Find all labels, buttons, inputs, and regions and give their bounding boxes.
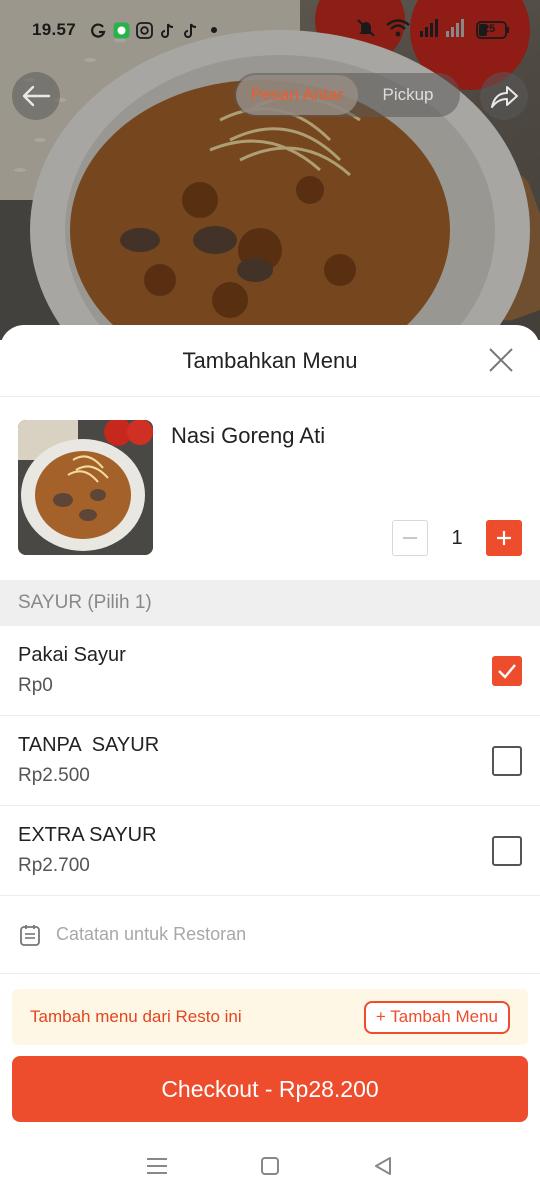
- option-price: Rp2.500: [18, 765, 90, 786]
- notification-icons: [90, 21, 222, 39]
- tiktok-icon: [159, 22, 176, 39]
- tiktok-icon-2: [182, 22, 199, 39]
- option-pakai-sayur[interactable]: Pakai Sayur Rp0: [0, 626, 540, 716]
- close-icon: [489, 348, 513, 372]
- tab-pesan-antar[interactable]: Pesan Antar: [236, 75, 358, 115]
- back-triangle-icon[interactable]: [370, 1153, 396, 1179]
- sheet-title: Tambahkan Menu: [182, 347, 358, 373]
- add-more-text: Tambah menu dari Resto ini: [30, 1007, 242, 1026]
- minus-icon: [403, 537, 417, 539]
- share-arrow-icon: [491, 86, 518, 108]
- option-checkbox[interactable]: [492, 746, 522, 776]
- section-header-sayur: SAYUR (Pilih 1): [0, 580, 540, 626]
- option-checkbox-checked[interactable]: [492, 656, 522, 686]
- status-time: 19.57: [32, 20, 77, 39]
- wifi-icon: [386, 18, 410, 42]
- instagram-icon: [136, 21, 153, 39]
- menu-lines-icon[interactable]: [144, 1153, 170, 1179]
- note-placeholder: Catatan untuk Restoran: [56, 924, 247, 944]
- decrease-quantity-button[interactable]: [392, 520, 428, 556]
- quantity-value: 1: [451, 526, 463, 549]
- close-button[interactable]: [488, 347, 514, 373]
- option-checkbox[interactable]: [492, 836, 522, 866]
- chat-app-icon: [113, 22, 130, 39]
- checkout-button[interactable]: Checkout - Rp28.200: [12, 1056, 528, 1122]
- option-name: Pakai Sayur: [18, 644, 126, 666]
- arrow-left-icon: [22, 85, 51, 107]
- plus-icon: [497, 531, 511, 545]
- add-menu-button[interactable]: + Tambah Menu: [363, 1000, 510, 1034]
- menu-item: Nasi Goreng Ati 1: [0, 397, 540, 580]
- option-price: Rp2.700: [18, 855, 90, 876]
- status-system-icons: 25: [356, 18, 510, 43]
- more-notifications-dot-icon: [205, 22, 222, 39]
- quantity-stepper: 1: [392, 520, 522, 556]
- option-name: EXTRA SAYUR: [18, 824, 157, 846]
- tab-pickup[interactable]: Pickup: [358, 75, 458, 115]
- home-square-icon[interactable]: [257, 1153, 283, 1179]
- menu-item-name: Nasi Goreng Ati: [171, 423, 326, 448]
- sheet-header: Tambahkan Menu: [0, 325, 540, 397]
- restaurant-note-field[interactable]: Catatan untuk Restoran: [0, 896, 540, 974]
- back-button[interactable]: [12, 72, 60, 120]
- note-calendar-icon: [20, 924, 40, 946]
- signal-icon: [420, 18, 466, 42]
- share-button[interactable]: [480, 72, 528, 120]
- menu-item-image: [18, 420, 153, 555]
- option-price: Rp0: [18, 675, 53, 696]
- battery-icon: 25: [476, 21, 510, 39]
- status-bar: 19.57 25: [0, 0, 540, 60]
- increase-quantity-button[interactable]: [486, 520, 522, 556]
- add-menu-sheet: Tambahkan Menu Nasi Goreng Ati 1 SAYUR (…: [0, 325, 540, 1200]
- option-extra-sayur[interactable]: EXTRA SAYUR Rp2.700: [0, 806, 540, 896]
- system-nav-bar: [0, 1132, 540, 1200]
- checkmark-icon: [498, 664, 516, 679]
- option-tanpa-sayur[interactable]: TANPA SAYUR Rp2.500: [0, 716, 540, 806]
- option-name: TANPA SAYUR: [18, 734, 160, 756]
- g-app-icon: [90, 22, 107, 39]
- add-more-banner: Tambah menu dari Resto ini + Tambah Menu: [12, 989, 528, 1045]
- delivery-mode-toggle: Pesan Antar Pickup: [234, 73, 460, 117]
- battery-level: 25: [483, 23, 496, 35]
- mute-icon: [356, 18, 376, 43]
